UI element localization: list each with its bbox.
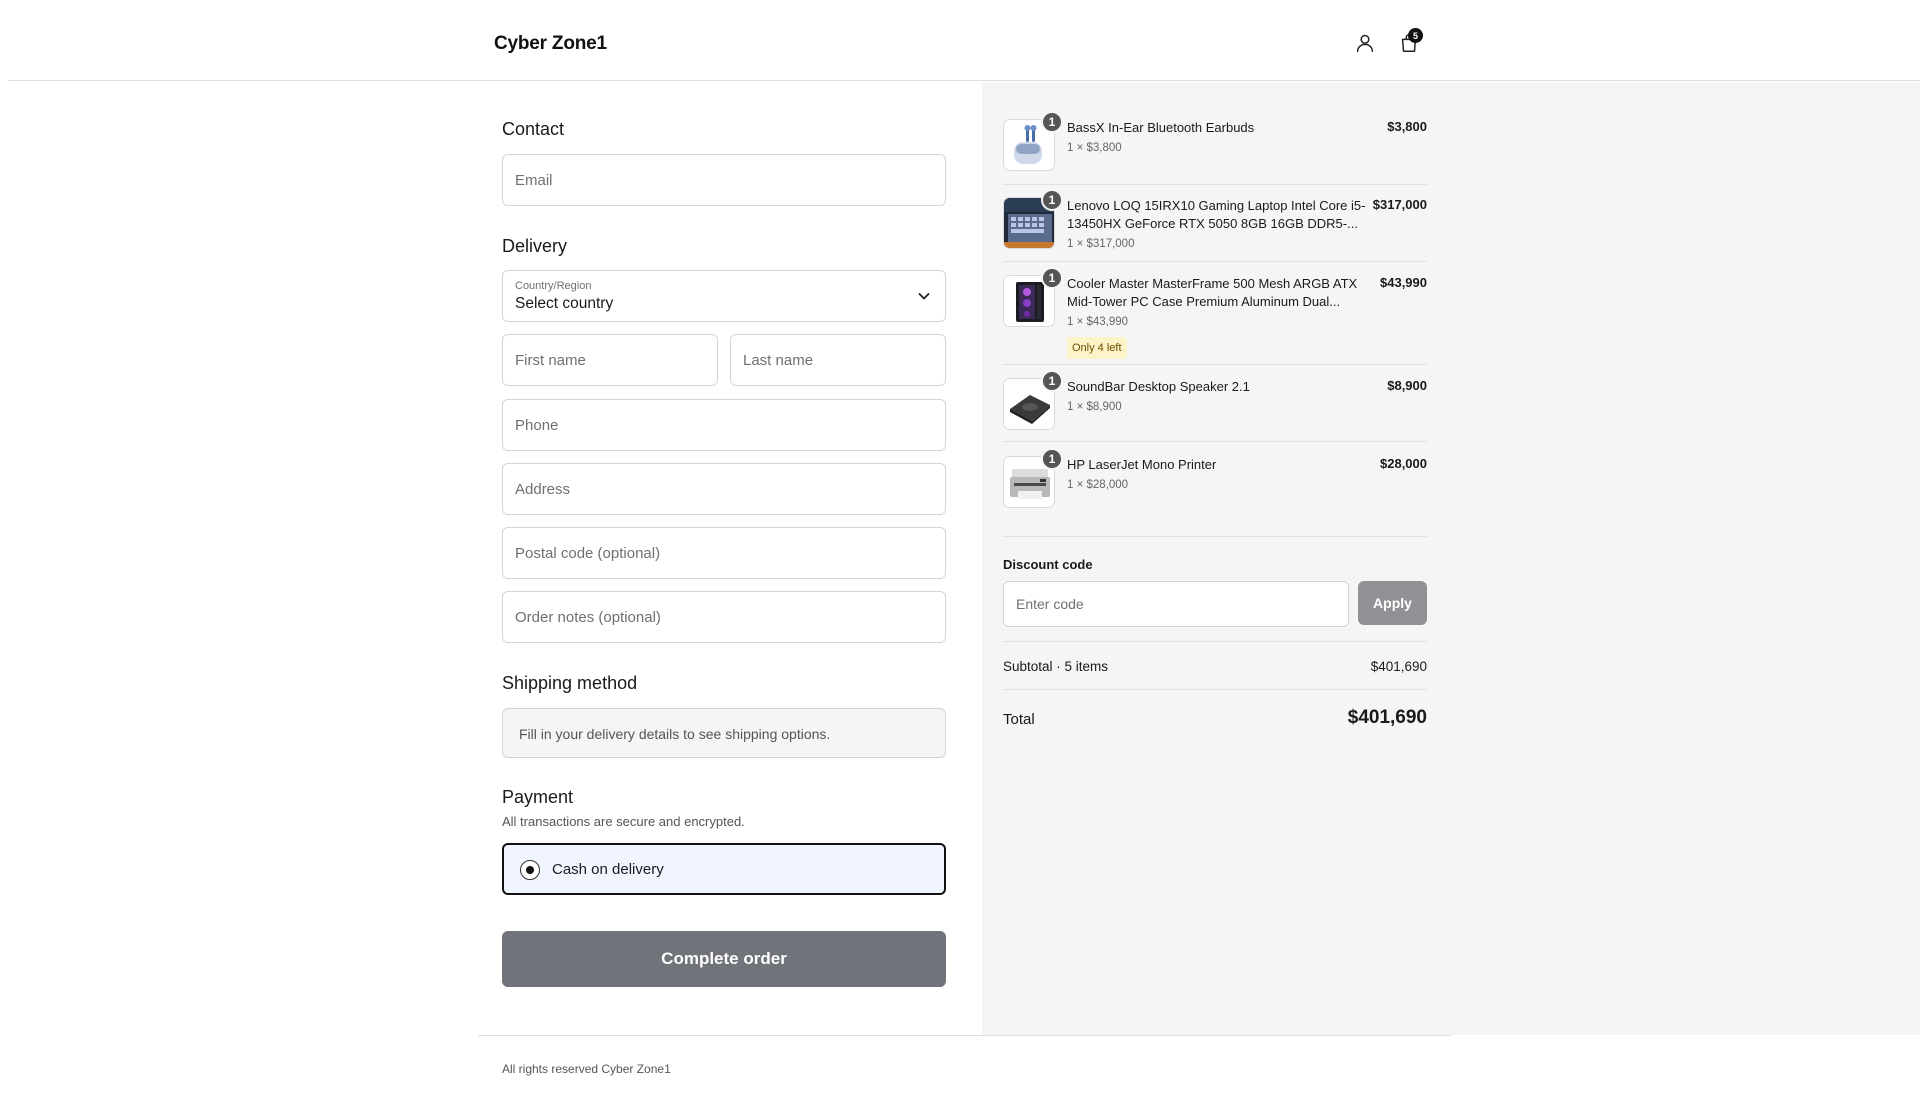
cart-count-badge: 5 <box>1408 28 1423 43</box>
cart-item: 1 Cooler Master MasterFrame 500 Mesh ARG… <box>1003 267 1427 359</box>
total-label: Total <box>1003 711 1035 728</box>
postal-code-field[interactable] <box>502 527 946 579</box>
user-icon[interactable] <box>1354 32 1376 54</box>
item-price: $3,800 <box>1387 119 1427 134</box>
item-name: HP LaserJet Mono Printer <box>1067 457 1217 472</box>
first-name-field[interactable] <box>502 334 718 386</box>
item-divider <box>1003 364 1427 365</box>
item-unit-price: 1 × $3,800 <box>1067 142 1122 154</box>
discount-label: Discount code <box>1003 557 1093 572</box>
phone-field[interactable] <box>502 399 946 451</box>
apply-discount-button[interactable]: Apply <box>1358 581 1427 625</box>
payment-option-label: Cash on delivery <box>552 861 664 878</box>
item-divider <box>1003 184 1427 185</box>
subtotal-value: $401,690 <box>1370 659 1427 674</box>
discount-code-field[interactable] <box>1003 581 1349 627</box>
country-label: Country/Region <box>515 280 592 292</box>
first-name-input[interactable] <box>503 335 717 385</box>
total-row: Total $401,690 <box>1003 707 1427 728</box>
shipping-heading: Shipping method <box>502 673 638 693</box>
discount-code-input[interactable] <box>1004 582 1348 626</box>
quantity-badge: 1 <box>1041 111 1063 133</box>
summary-divider <box>1003 689 1427 690</box>
address-field[interactable] <box>502 463 946 515</box>
payment-heading: Payment <box>502 787 574 807</box>
quantity-badge: 1 <box>1041 448 1063 470</box>
item-divider <box>1003 261 1427 262</box>
last-name-field[interactable] <box>730 334 946 386</box>
item-name: Lenovo LOQ 15IRX10 Gaming Laptop Intel C… <box>1067 198 1366 231</box>
item-unit-price: 1 × $28,000 <box>1067 479 1129 491</box>
cart-item: 1 BassX In-Ear Bluetooth Earbuds 1 × $3,… <box>1003 111 1427 171</box>
footer-copyright: All rights reserved Cyber Zone1 <box>502 1062 671 1076</box>
phone-input[interactable] <box>503 400 945 450</box>
item-name: BassX In-Ear Bluetooth Earbuds <box>1067 120 1255 135</box>
complete-order-button[interactable]: Complete order <box>502 931 946 987</box>
cart-item: 1 Lenovo LOQ 15IRX10 Gaming Laptop Intel… <box>1003 189 1427 250</box>
low-stock-badge: Only 4 left <box>1067 337 1127 359</box>
quantity-badge: 1 <box>1041 370 1063 392</box>
contact-heading: Contact <box>502 119 565 139</box>
last-name-input[interactable] <box>731 335 945 385</box>
item-unit-price: 1 × $317,000 <box>1067 238 1135 250</box>
item-info: Cooler Master MasterFrame 500 Mesh ARGB … <box>1067 275 1367 359</box>
email-field[interactable] <box>502 154 946 206</box>
postal-code-input[interactable] <box>503 528 945 578</box>
cart-item: 1 HP LaserJet Mono Printer 1 × $28,000 $… <box>1003 448 1427 508</box>
quantity-badge: 1 <box>1041 267 1063 289</box>
item-price: $8,900 <box>1387 378 1427 393</box>
chevron-down-icon <box>918 293 930 300</box>
item-info: Lenovo LOQ 15IRX10 Gaming Laptop Intel C… <box>1067 197 1367 253</box>
total-value: $401,690 <box>1347 707 1427 728</box>
country-select[interactable]: Country/Region Select country <box>502 270 946 322</box>
summary-divider <box>1003 641 1427 642</box>
item-name: Cooler Master MasterFrame 500 Mesh ARGB … <box>1067 276 1358 309</box>
item-price: $28,000 <box>1380 456 1427 471</box>
shipping-placeholder-box: Fill in your delivery details to see shi… <box>502 708 946 758</box>
subtotal-label: Subtotal · 5 items <box>1003 659 1109 674</box>
quantity-badge: 1 <box>1041 189 1063 211</box>
item-name: SoundBar Desktop Speaker 2.1 <box>1067 379 1250 394</box>
item-info: HP LaserJet Mono Printer 1 × $28,000 <box>1067 456 1367 494</box>
address-input[interactable] <box>503 464 945 514</box>
site-header <box>8 0 1920 81</box>
country-value: Select country <box>515 295 614 312</box>
order-notes-input[interactable] <box>503 592 945 642</box>
item-divider <box>1003 536 1427 537</box>
payment-subtitle: All transactions are secure and encrypte… <box>502 814 745 829</box>
item-price: $43,990 <box>1380 275 1427 290</box>
radio-selected-icon[interactable] <box>520 860 540 880</box>
item-info: BassX In-Ear Bluetooth Earbuds 1 × $3,80… <box>1067 119 1367 157</box>
delivery-heading: Delivery <box>502 236 568 256</box>
item-divider <box>1003 441 1427 442</box>
footer-divider <box>478 1035 1451 1036</box>
item-unit-price: 1 × $43,990 <box>1067 316 1129 328</box>
order-notes-field[interactable] <box>502 591 946 643</box>
subtotal-row: Subtotal · 5 items $401,690 <box>1003 659 1427 674</box>
brand-logo[interactable]: Cyber Zone1 <box>494 33 607 55</box>
item-price: $317,000 <box>1372 197 1427 212</box>
email-input[interactable] <box>503 155 945 205</box>
payment-option-cod[interactable]: Cash on delivery <box>502 843 946 895</box>
item-info: SoundBar Desktop Speaker 2.1 1 × $8,900 <box>1067 378 1367 416</box>
cart-item: 1 SoundBar Desktop Speaker 2.1 1 × $8,90… <box>1003 370 1427 430</box>
item-unit-price: 1 × $8,900 <box>1067 401 1122 413</box>
